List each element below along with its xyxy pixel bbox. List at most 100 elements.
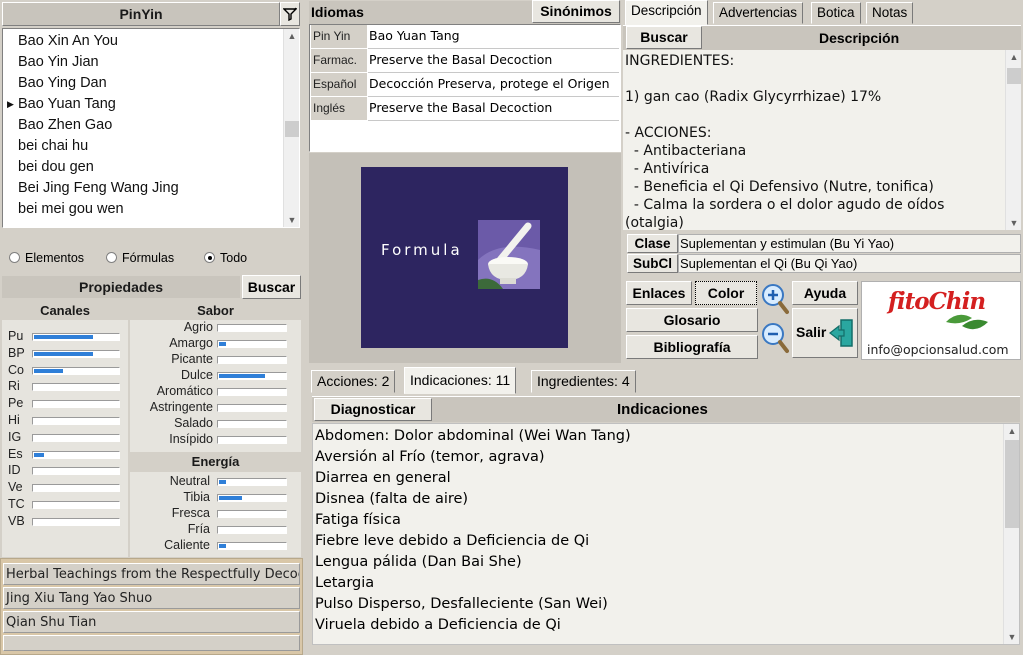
bibliografia-button[interactable]: Bibliografía bbox=[626, 335, 758, 359]
indicaciones-list: Abdomen: Dolor abdominal (Wei Wan Tang) A… bbox=[313, 424, 1019, 636]
property-level-fill bbox=[219, 374, 265, 378]
idiomas-value[interactable]: Bao Yuan Tang bbox=[368, 25, 619, 49]
property-level-bar bbox=[32, 433, 120, 442]
reference-item[interactable]: Jing Xiu Tang Yao Shuo bbox=[3, 587, 300, 609]
indicacion-item[interactable]: Fiebre leve debido a Deficiencia de Qi bbox=[313, 531, 1019, 552]
indicacion-item[interactable]: Abdomen: Dolor abdominal (Wei Wan Tang) bbox=[313, 426, 1019, 447]
tab-indicaciones[interactable]: Indicaciones: 11 bbox=[404, 367, 517, 394]
scroll-thumb[interactable] bbox=[1007, 68, 1021, 84]
tab-ingredientes[interactable]: Ingredientes: 4 bbox=[531, 370, 636, 393]
descripcion-search-button[interactable]: Buscar bbox=[626, 26, 702, 49]
clase-value: Suplementan y estimulan (Bu Yi Yao) bbox=[678, 234, 1021, 253]
subcl-value: Suplementan el Qi (Bu Qi Yao) bbox=[678, 254, 1021, 273]
property-row: Picante bbox=[130, 352, 301, 368]
scroll-down-arrow-icon[interactable]: ▼ bbox=[1006, 216, 1021, 230]
property-label: BP bbox=[8, 345, 25, 360]
zoom-out-button[interactable] bbox=[761, 322, 789, 354]
property-label: TC bbox=[8, 497, 25, 511]
indicacion-item[interactable]: Lengua pálida (Dan Bai She) bbox=[313, 552, 1019, 573]
indicacion-item[interactable]: Diarrea en general bbox=[313, 468, 1019, 489]
radio-elementos[interactable]: Elementos bbox=[9, 251, 84, 265]
scroll-down-arrow-icon[interactable]: ▼ bbox=[1004, 630, 1019, 644]
property-level-bar bbox=[32, 383, 120, 392]
idiomas-value[interactable]: Preserve the Basal Decoction bbox=[368, 49, 619, 73]
pinyin-list: Bao Xin An YouBao Yin JianBao Ying DanBa… bbox=[3, 29, 299, 220]
idiomas-value[interactable]: Preserve the Basal Decoction bbox=[368, 97, 619, 121]
property-level-bar bbox=[32, 467, 120, 476]
indicacion-item[interactable]: Fatiga física bbox=[313, 510, 1019, 531]
property-level-fill bbox=[34, 452, 44, 457]
scroll-up-arrow-icon[interactable]: ▲ bbox=[284, 29, 299, 43]
subcl-button[interactable]: SubCl bbox=[627, 254, 678, 273]
scroll-down-arrow-icon[interactable]: ▼ bbox=[284, 213, 299, 227]
pinyin-list-item[interactable]: bei mei gou wen bbox=[3, 199, 299, 220]
property-label: Es bbox=[8, 446, 23, 461]
property-level-bar bbox=[32, 484, 120, 493]
property-level-bar bbox=[217, 478, 287, 486]
property-row: BP bbox=[2, 346, 128, 362]
diagnosticar-button[interactable]: Diagnosticar bbox=[314, 398, 432, 421]
leaf-icon bbox=[946, 314, 988, 330]
property-level-bar bbox=[32, 417, 120, 425]
pinyin-list-item[interactable]: bei chai hu bbox=[3, 136, 299, 157]
property-row: Tibia bbox=[130, 490, 301, 506]
pinyin-scrollbar[interactable]: ▲ ▼ bbox=[283, 29, 299, 227]
property-level-fill bbox=[219, 544, 226, 548]
indicaciones-scrollbar[interactable]: ▲ ▼ bbox=[1003, 424, 1019, 644]
tab-botica[interactable]: Botica bbox=[811, 2, 861, 24]
idiomas-title: Idiomas bbox=[311, 4, 364, 20]
pinyin-list-item[interactable]: Bao Yuan Tang bbox=[3, 94, 299, 115]
idiomas-value[interactable]: Decocción Preserva, protege el Origen bbox=[368, 73, 619, 97]
indicacion-item[interactable]: Disnea (falta de aire) bbox=[313, 489, 1019, 510]
indicacion-item[interactable]: Viruela debido a Deficiencia de Qi bbox=[313, 615, 1019, 636]
property-row: VB bbox=[2, 514, 128, 530]
scroll-up-arrow-icon[interactable]: ▲ bbox=[1006, 50, 1021, 64]
radio-label: Fórmulas bbox=[122, 251, 175, 265]
reference-item[interactable]: Qian Shu Tian bbox=[3, 611, 300, 633]
descripcion-title: Descripción bbox=[819, 30, 900, 46]
scroll-up-arrow-icon[interactable]: ▲ bbox=[1004, 424, 1019, 438]
tab-acciones[interactable]: Acciones: 2 bbox=[311, 370, 396, 393]
propiedades-search-button[interactable]: Buscar bbox=[242, 275, 301, 299]
enlaces-button[interactable]: Enlaces bbox=[626, 281, 692, 305]
filter-button[interactable] bbox=[280, 2, 300, 26]
pinyin-list-item[interactable]: Bao Zhen Gao bbox=[3, 115, 299, 136]
property-label: Hi bbox=[8, 413, 20, 427]
synonyms-button[interactable]: Sinónimos bbox=[532, 0, 620, 23]
zoom-in-button[interactable] bbox=[761, 283, 789, 315]
logo-email: info@opcionsalud.com bbox=[867, 342, 1009, 357]
tab-notas[interactable]: Notas bbox=[866, 2, 914, 24]
pinyin-list-item[interactable]: Bei Jing Feng Wang Jing bbox=[3, 178, 299, 199]
pinyin-list-item[interactable]: bei dou gen bbox=[3, 157, 299, 178]
property-row: Es bbox=[2, 447, 128, 463]
descripcion-scrollbar[interactable]: ▲ ▼ bbox=[1005, 50, 1021, 230]
indicacion-item[interactable]: Pulso Disperso, Desfalleciente (San Wei) bbox=[313, 594, 1019, 615]
property-row: Hi bbox=[2, 413, 128, 429]
property-row: Salado bbox=[130, 416, 301, 432]
pinyin-list-item[interactable]: Bao Ying Dan bbox=[3, 73, 299, 94]
scroll-thumb[interactable] bbox=[285, 121, 299, 137]
property-row: Agrio bbox=[130, 320, 301, 336]
property-label: Aromático bbox=[156, 384, 213, 398]
property-label: Pe bbox=[8, 396, 24, 411]
reference-item[interactable]: Herbal Teachings from the Respectfully D… bbox=[3, 563, 300, 585]
scroll-thumb[interactable] bbox=[1005, 440, 1019, 528]
radio-formulas[interactable]: Fórmulas bbox=[106, 251, 174, 265]
tab-descripcion[interactable]: Descripción bbox=[625, 0, 708, 25]
color-button[interactable]: Color bbox=[695, 281, 757, 305]
pinyin-list-item[interactable]: Bao Yin Jian bbox=[3, 52, 299, 73]
ayuda-button[interactable]: Ayuda bbox=[792, 281, 858, 305]
salir-button[interactable]: Salir bbox=[792, 308, 858, 358]
indicacion-item[interactable]: Letargia bbox=[313, 573, 1019, 594]
property-row: Dulce bbox=[130, 368, 301, 384]
pinyin-list-item[interactable]: Bao Xin An You bbox=[3, 31, 299, 52]
exit-door-icon bbox=[829, 319, 853, 347]
glosario-button[interactable]: Glosario bbox=[626, 308, 758, 332]
property-level-fill bbox=[219, 480, 226, 484]
indicacion-item[interactable]: Aversión al Frío (temor, agrava) bbox=[313, 447, 1019, 468]
clase-button[interactable]: Clase bbox=[627, 234, 678, 253]
idiomas-key: Pin Yin bbox=[311, 25, 367, 49]
tab-advertencias[interactable]: Advertencias bbox=[713, 2, 804, 24]
radio-todo[interactable]: Todo bbox=[204, 251, 247, 265]
canales-panel: Canales Pu BP Co Ri Pe Hi IG Es ID Ve TC VB bbox=[2, 302, 128, 557]
